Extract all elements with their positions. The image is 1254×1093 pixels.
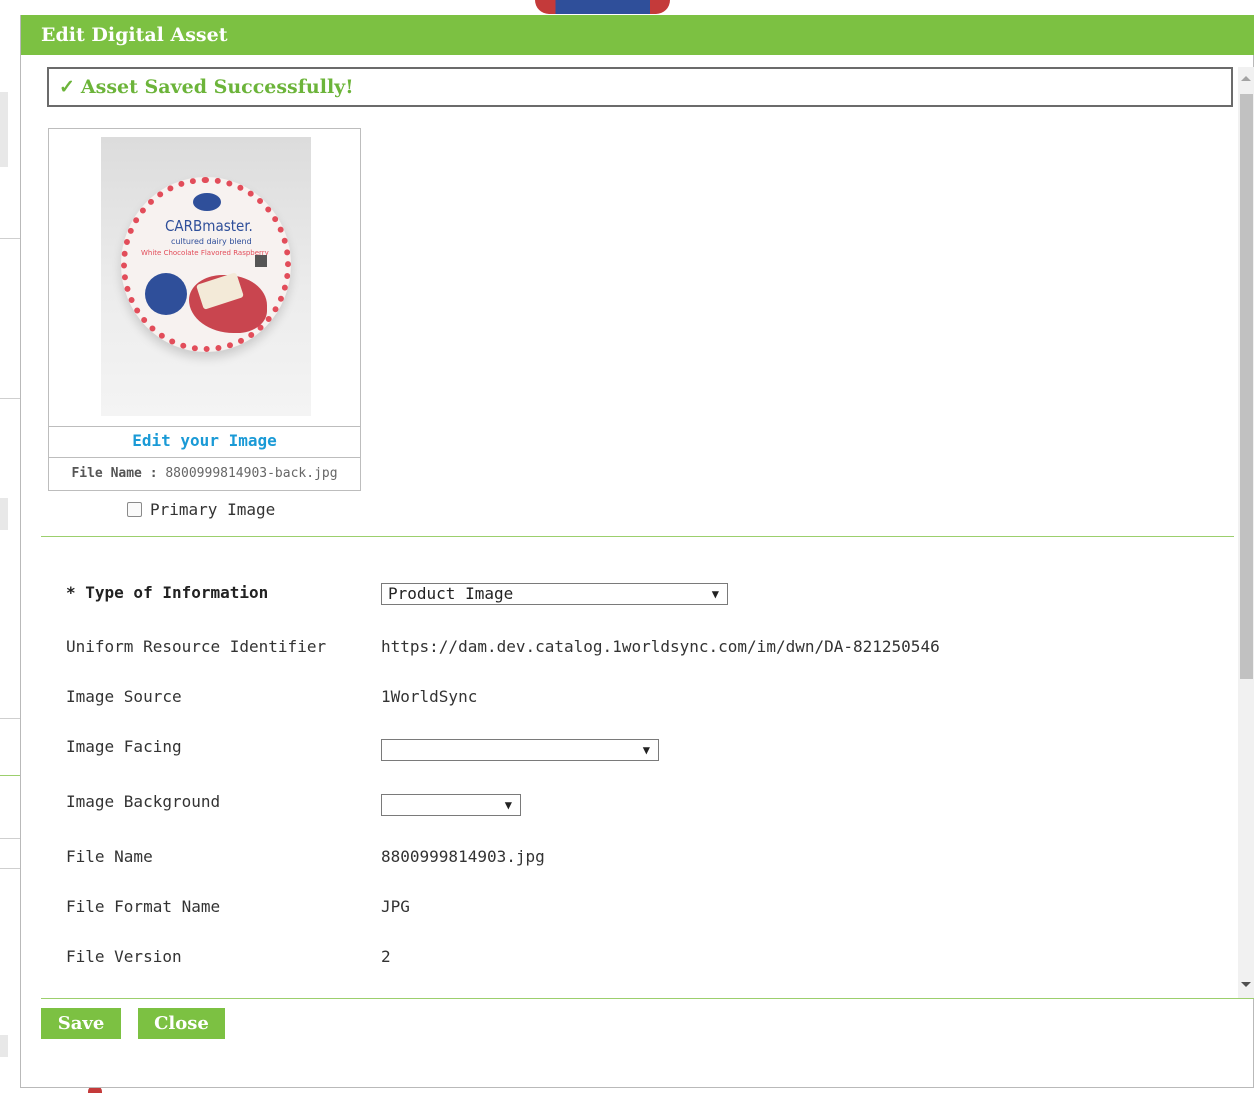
footer-divider (41, 998, 1254, 999)
asset-thumbnail[interactable]: CARBmaster. cultured dairy blend White C… (101, 137, 311, 416)
uri-label: Uniform Resource Identifier (66, 637, 327, 656)
section-divider (41, 536, 1234, 537)
background-divider (0, 838, 20, 839)
save-button[interactable]: Save (41, 1008, 121, 1039)
background-panel (0, 92, 8, 167)
file-format-name-value: JPG (381, 897, 410, 916)
image-source-value: 1WorldSync (381, 687, 478, 706)
background-divider (0, 775, 20, 776)
background-panel (0, 498, 8, 530)
background-divider (0, 398, 20, 399)
background-logo (535, 0, 670, 14)
file-version-label: File Version (66, 947, 182, 966)
caret-down-icon: ▼ (711, 587, 719, 601)
background-divider (0, 868, 20, 869)
caret-down-icon: ▼ (642, 743, 650, 757)
dialog-title: Edit Digital Asset (21, 15, 1254, 55)
brand-logo-icon (193, 193, 221, 211)
type-of-information-value: Product Image (388, 584, 514, 603)
primary-image-checkbox[interactable] (127, 502, 142, 517)
image-facing-select[interactable]: ▼ (381, 739, 659, 761)
caret-down-icon: ▼ (504, 798, 512, 812)
product-brand-prefix: CARB (165, 217, 203, 235)
type-of-information-label: * Type of Information (66, 583, 269, 602)
primary-image-label: Primary Image (150, 500, 276, 519)
product-flavor: White Chocolate Flavored Raspberry (141, 249, 269, 257)
image-facing-label: Image Facing (66, 737, 182, 756)
edit-image-link[interactable]: Edit your Image (49, 426, 360, 457)
success-message-box: ✓ Asset Saved Successfully! (47, 67, 1233, 107)
product-badge-icon (145, 273, 187, 315)
product-brand-suffix: master. (202, 217, 253, 235)
file-version-value: 2 (381, 947, 391, 966)
scroll-down-icon[interactable] (1241, 982, 1251, 987)
image-file-name-label: File Name : (71, 466, 158, 481)
dialog-content[interactable]: ✓ Asset Saved Successfully! CARBmaster. c… (21, 55, 1239, 999)
product-subtitle: cultured dairy blend (171, 237, 252, 246)
dialog-scrollbar[interactable] (1238, 67, 1254, 999)
file-name-label: File Name (66, 847, 153, 866)
product-lid-illustration: CARBmaster. cultured dairy blend White C… (121, 177, 291, 352)
edit-digital-asset-dialog: Edit Digital Asset ✓ Asset Saved Successf… (20, 15, 1254, 1088)
close-button[interactable]: Close (138, 1008, 225, 1039)
success-message: Asset Saved Successfully! (80, 76, 354, 98)
image-file-name-value: 8800999814903-back.jpg (165, 466, 338, 481)
product-brand: CARBmaster. (165, 217, 253, 235)
background-divider (0, 238, 20, 239)
uri-value: https://dam.dev.catalog.1worldsync.com/i… (381, 637, 940, 656)
image-card: CARBmaster. cultured dairy blend White C… (48, 128, 361, 491)
primary-image-option: Primary Image (127, 500, 275, 519)
image-background-label: Image Background (66, 792, 221, 811)
scrollbar-thumb[interactable] (1240, 94, 1253, 679)
background-divider (0, 718, 20, 719)
image-source-label: Image Source (66, 687, 182, 706)
checkmark-icon: ✓ (59, 76, 75, 98)
image-file-name: File Name : 8800999814903-back.jpg (49, 457, 360, 491)
file-name-value: 8800999814903.jpg (381, 847, 545, 866)
image-background-select[interactable]: ▼ (381, 794, 521, 816)
type-of-information-select[interactable]: Product Image ▼ (381, 583, 728, 605)
scroll-up-icon[interactable] (1241, 76, 1251, 81)
background-panel (0, 1035, 8, 1057)
file-format-name-label: File Format Name (66, 897, 221, 916)
qr-code-icon (255, 255, 267, 267)
